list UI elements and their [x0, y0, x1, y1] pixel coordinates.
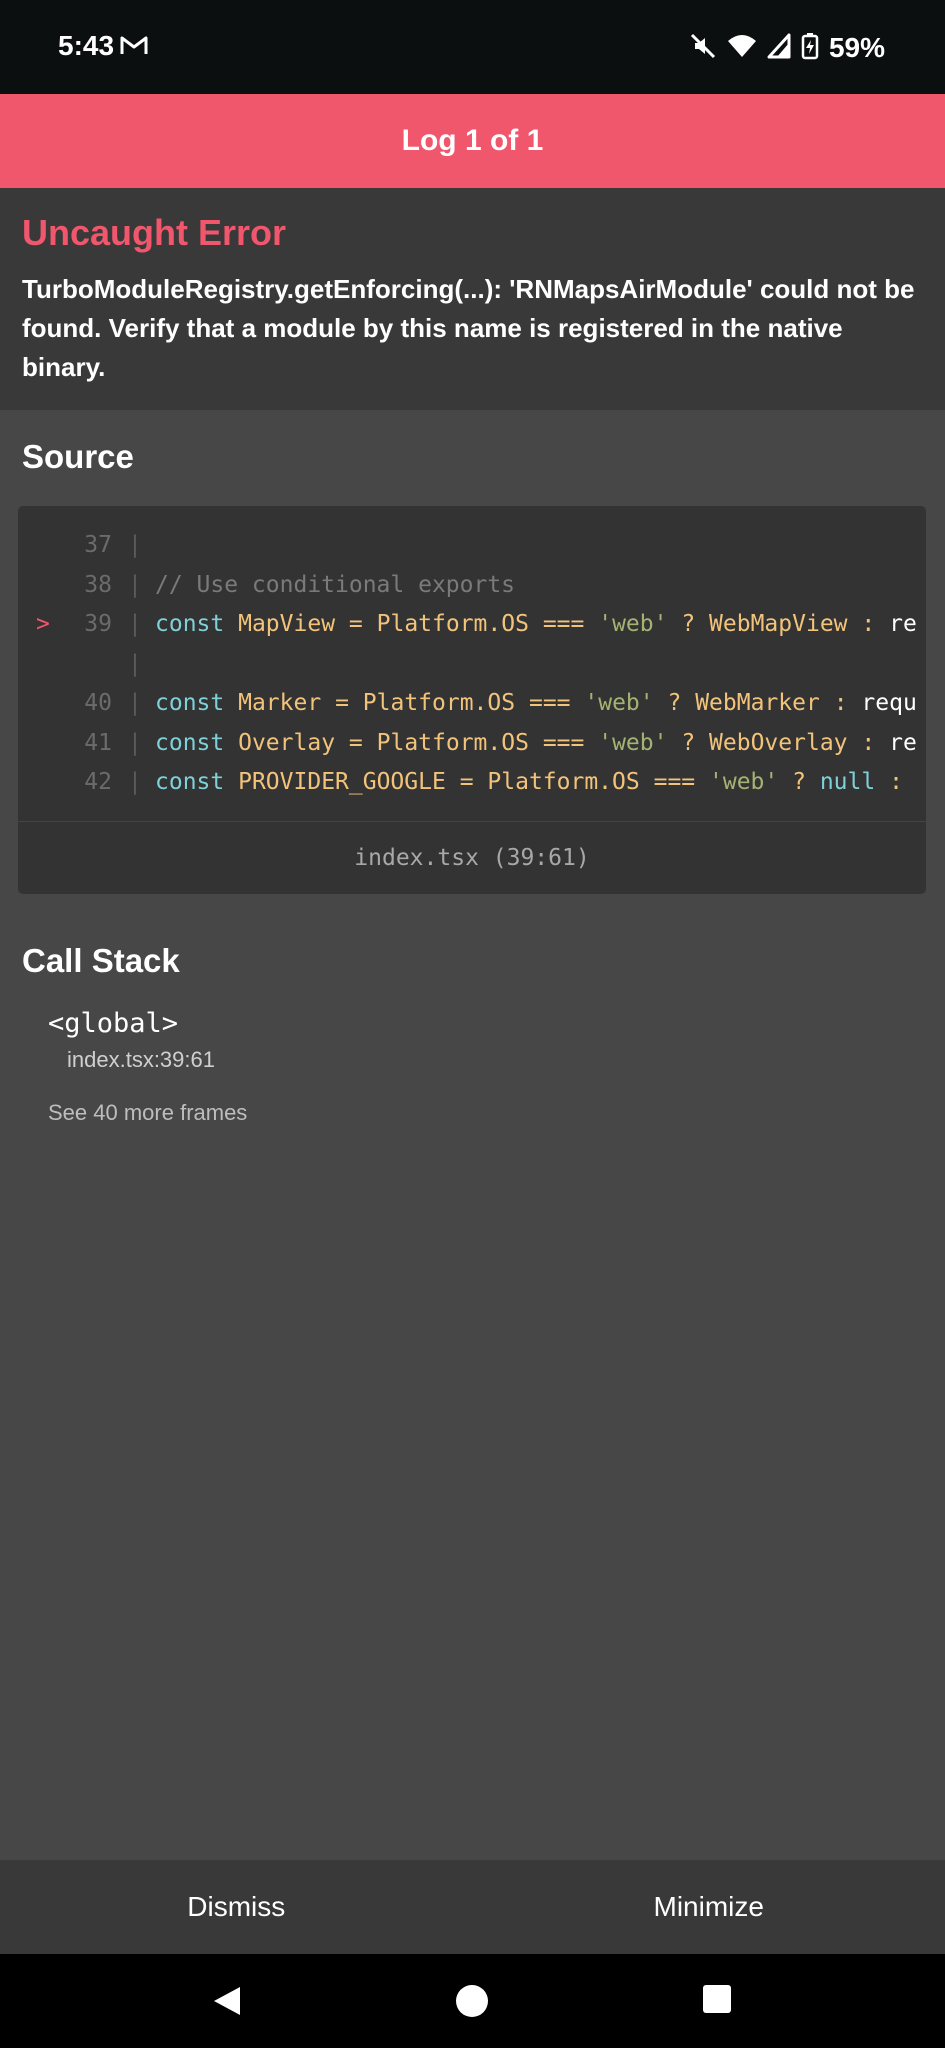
minimize-button[interactable]: Minimize — [473, 1860, 945, 1954]
error-message: TurboModuleRegistry.getEnforcing(...): '… — [22, 274, 915, 382]
code-line: >39 | const MapView = Platform.OS === 'web… — [18, 605, 926, 645]
see-more-frames-link[interactable]: See 40 more frames — [48, 1100, 247, 1126]
line-number: 37 — [84, 532, 112, 558]
wifi-icon — [727, 33, 757, 64]
call-stack-heading: Call Stack — [22, 942, 180, 979]
stack-frame-name: <global> — [48, 1008, 179, 1039]
back-icon[interactable] — [210, 1984, 244, 2023]
log-header: Log 1 of 1 — [0, 94, 945, 188]
home-icon[interactable] — [455, 1984, 489, 2023]
status-time: 5:43 — [58, 30, 115, 61]
current-line-marker: > — [36, 611, 50, 637]
code-text: const Marker = Platform.OS === 'web' ? W… — [155, 690, 917, 716]
dismiss-button[interactable]: Dismiss — [0, 1860, 473, 1954]
source-file-location[interactable]: index.tsx (39:61) — [18, 822, 926, 894]
line-number: 40 — [84, 690, 112, 716]
line-number: 41 — [84, 729, 112, 756]
stack-frame-location: index.tsx:39:61 — [67, 1047, 215, 1072]
stack-frame[interactable]: <global> index.tsx:39:61 — [48, 1008, 215, 1073]
log-counter-title: Log 1 of 1 — [401, 124, 544, 157]
code-text: const Overlay = Platform.OS === 'web' ? … — [155, 729, 917, 756]
gutter-separator: | — [128, 532, 142, 558]
code-line: 41 | const Overlay = Platform.OS === 'web'… — [18, 724, 926, 764]
gutter-separator: | — [128, 729, 142, 756]
code-line: 37 | — [18, 526, 926, 566]
gutter-separator: | — [128, 571, 142, 598]
signal-icon — [767, 33, 791, 64]
gutter-separator: | — [128, 690, 142, 716]
gutter-separator: | — [128, 650, 142, 677]
code-line: 42 | const PROVIDER_GOOGLE = Platform.OS =… — [18, 763, 926, 803]
code-line: | — [18, 645, 926, 685]
gutter-separator: | — [128, 769, 142, 795]
error-section: Uncaught Error TurboModuleRegistry.getEn… — [0, 188, 945, 410]
recents-icon[interactable] — [702, 1984, 732, 2019]
battery-percent: 59% — [828, 32, 885, 63]
gutter-separator: | — [128, 611, 142, 637]
status-bar: 5:43 59% — [0, 0, 945, 94]
code-text: const PROVIDER_GOOGLE = Platform.OS === … — [155, 769, 903, 795]
status-icons: 59% — [689, 28, 885, 68]
line-number: 42 — [84, 769, 112, 795]
gmail-icon — [120, 34, 148, 61]
error-type: Uncaught Error — [22, 212, 287, 253]
action-bar: Dismiss Minimize — [0, 1860, 945, 1954]
source-code-box[interactable]: 37 | 38 | // Use conditional exports >39 | cons… — [18, 506, 926, 894]
line-number: 39 — [84, 611, 112, 637]
code-text: // Use conditional exports — [155, 571, 516, 598]
code-lines: 37 | 38 | // Use conditional exports >39 | cons… — [18, 526, 926, 803]
battery-charging-icon — [801, 32, 819, 65]
line-number: 38 — [84, 571, 112, 598]
source-heading: Source — [22, 438, 134, 475]
mute-icon — [689, 32, 717, 65]
code-line: 40 | const Marker = Platform.OS === 'web' … — [18, 684, 926, 724]
navigation-bar — [0, 1954, 945, 2048]
code-text: const MapView = Platform.OS === 'web' ? … — [155, 611, 917, 637]
code-line: 38 | // Use conditional exports — [18, 566, 926, 606]
